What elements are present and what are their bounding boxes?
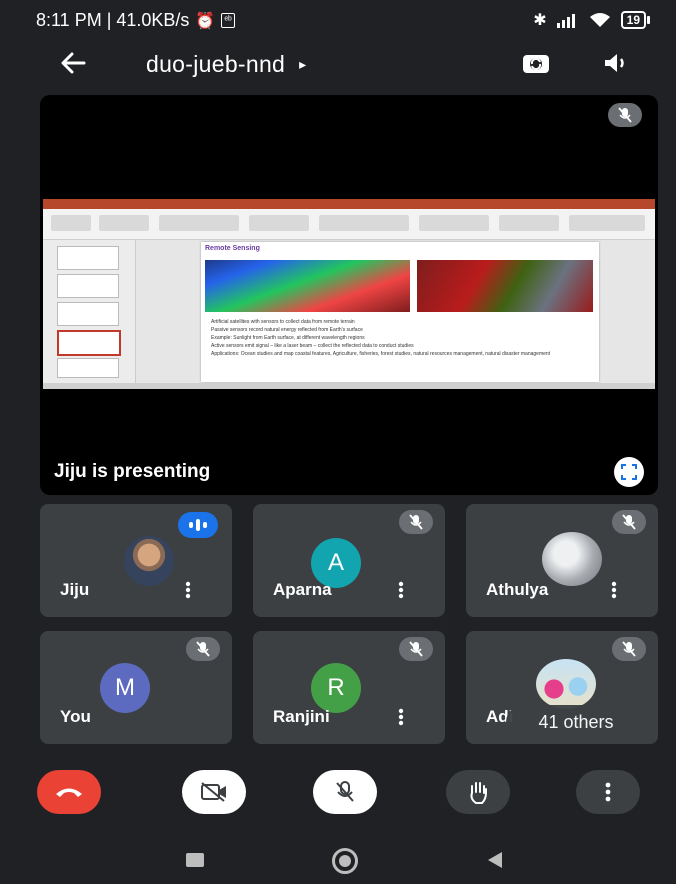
participant-muted-badge [399,637,433,661]
participant-muted-badge [186,637,220,661]
battery-indicator: 19 [620,11,650,29]
slide-bullet: Active sensors emit signal – like a lase… [211,343,414,349]
more-vert-icon [611,581,617,599]
avatar: M [100,663,150,713]
system-nav-bar [0,836,676,884]
mic-off-icon [186,637,220,661]
switch-camera-icon [523,55,549,73]
speaker-icon [605,54,624,72]
recents-icon[interactable] [186,853,204,867]
call-top-bar: duo-jueb-nnd ▸ [0,40,676,86]
more-vert-icon [398,581,404,599]
notification-badge: ᵉᵇ [221,13,235,28]
more-options-button[interactable] [576,770,640,814]
avatar: R [311,663,361,713]
fullscreen-icon [621,464,637,480]
back-nav-icon[interactable] [488,852,502,868]
switch-camera-button[interactable] [518,48,554,78]
slide-bullet: Passive sensors record natural energy re… [211,327,363,333]
more-vert-icon [605,782,611,802]
slide-bullet: Applications: Ocean studies and map coas… [211,351,551,357]
avatar [542,532,602,586]
others-tile[interactable]: Adi 41 others [466,631,658,744]
more-vert-icon [398,708,404,726]
back-button[interactable] [56,48,90,78]
slide-bullets: Artificial satellites with sensors to co… [211,318,591,358]
raise-hand-button[interactable] [446,770,510,814]
slide-title: Remote Sensing [205,245,260,252]
app-title-bar [43,199,655,209]
slide-bullet: Artificial satellites with sensors to co… [211,319,355,325]
presenting-label: Jiju is presenting [54,461,211,482]
arrow-back-icon [61,52,86,74]
audio-output-button[interactable] [598,48,634,78]
app-ribbon [43,209,655,240]
more-options-button[interactable] [604,580,624,600]
status-left: 8:11 PM | 41.0KB/s ⏰ ᵉᵇ [36,10,235,31]
slide-canvas: Remote Sensing Artificial satellites wit… [201,242,599,382]
more-options-button[interactable] [391,707,411,727]
mic-off-icon [399,637,433,661]
mic-off-icon [399,510,433,534]
satellite-image [417,260,593,312]
participant-name: Jiju [60,580,90,599]
slide-bullet: Example: Sunlight from Earth surface, at… [211,335,365,341]
caret-right-icon: ▸ [299,56,307,72]
status-right: ✱ 19 [533,10,650,30]
terrain-image [205,260,410,312]
others-count-button[interactable]: 41 others [506,705,646,739]
participant-muted-badge [612,637,646,661]
bluetooth-icon: ✱ [533,12,547,29]
participant-name: Athulya [486,580,549,599]
mic-off-icon [608,103,642,127]
mic-off-icon [336,781,354,802]
presentation-mute-badge [608,103,642,127]
camera-off-icon [201,782,226,802]
mic-off-icon [612,637,646,661]
more-options-button[interactable] [391,580,411,600]
speaking-indicator-icon [178,512,218,538]
fullscreen-button[interactable] [614,457,644,487]
end-call-icon [56,788,82,797]
mic-toggle-button[interactable] [313,770,377,814]
participant-tile[interactable]: M You [40,631,232,744]
presentation-tile[interactable]: Remote Sensing Artificial satellites wit… [40,95,658,495]
meet-screen: 8:11 PM | 41.0KB/s ⏰ ᵉᵇ ✱ 19 duo-jueb-nn… [0,0,676,884]
meeting-title[interactable]: duo-jueb-nnd ▸ [146,51,306,78]
more-options-button[interactable] [178,580,198,600]
shared-screen: Remote Sensing Artificial satellites wit… [43,199,655,389]
avatar [124,536,174,586]
participant-muted-badge [612,510,646,534]
wifi-icon [589,13,610,27]
participant-name: You [60,707,91,726]
mic-off-icon [612,510,646,534]
slide-thumbnails [43,240,136,383]
participant-tile[interactable]: Jiju [40,504,232,617]
end-call-button[interactable] [37,770,101,814]
time-and-speed: 8:11 PM | 41.0KB/s [36,10,190,30]
battery-level: 19 [620,11,646,29]
participant-tile[interactable]: R Ranjini [253,631,445,744]
participant-tile[interactable]: Athulya [466,504,658,617]
participant-name: Ranjini [273,707,330,726]
participant-name: Aparna [273,580,332,599]
more-vert-icon [185,581,191,599]
app-status-strip [43,383,655,389]
participant-muted-badge [399,510,433,534]
participant-tile[interactable]: A Aparna [253,504,445,617]
home-icon[interactable] [332,848,358,874]
avatar [536,659,596,709]
status-bar: 8:11 PM | 41.0KB/s ⏰ ᵉᵇ ✱ 19 [0,0,676,40]
meeting-code: duo-jueb-nnd [146,51,286,77]
alarm-icon: ⏰ [195,12,216,30]
signal-icon [556,14,575,28]
hand-icon [470,782,487,804]
battery-tip [647,16,650,24]
camera-toggle-button[interactable] [182,770,246,814]
